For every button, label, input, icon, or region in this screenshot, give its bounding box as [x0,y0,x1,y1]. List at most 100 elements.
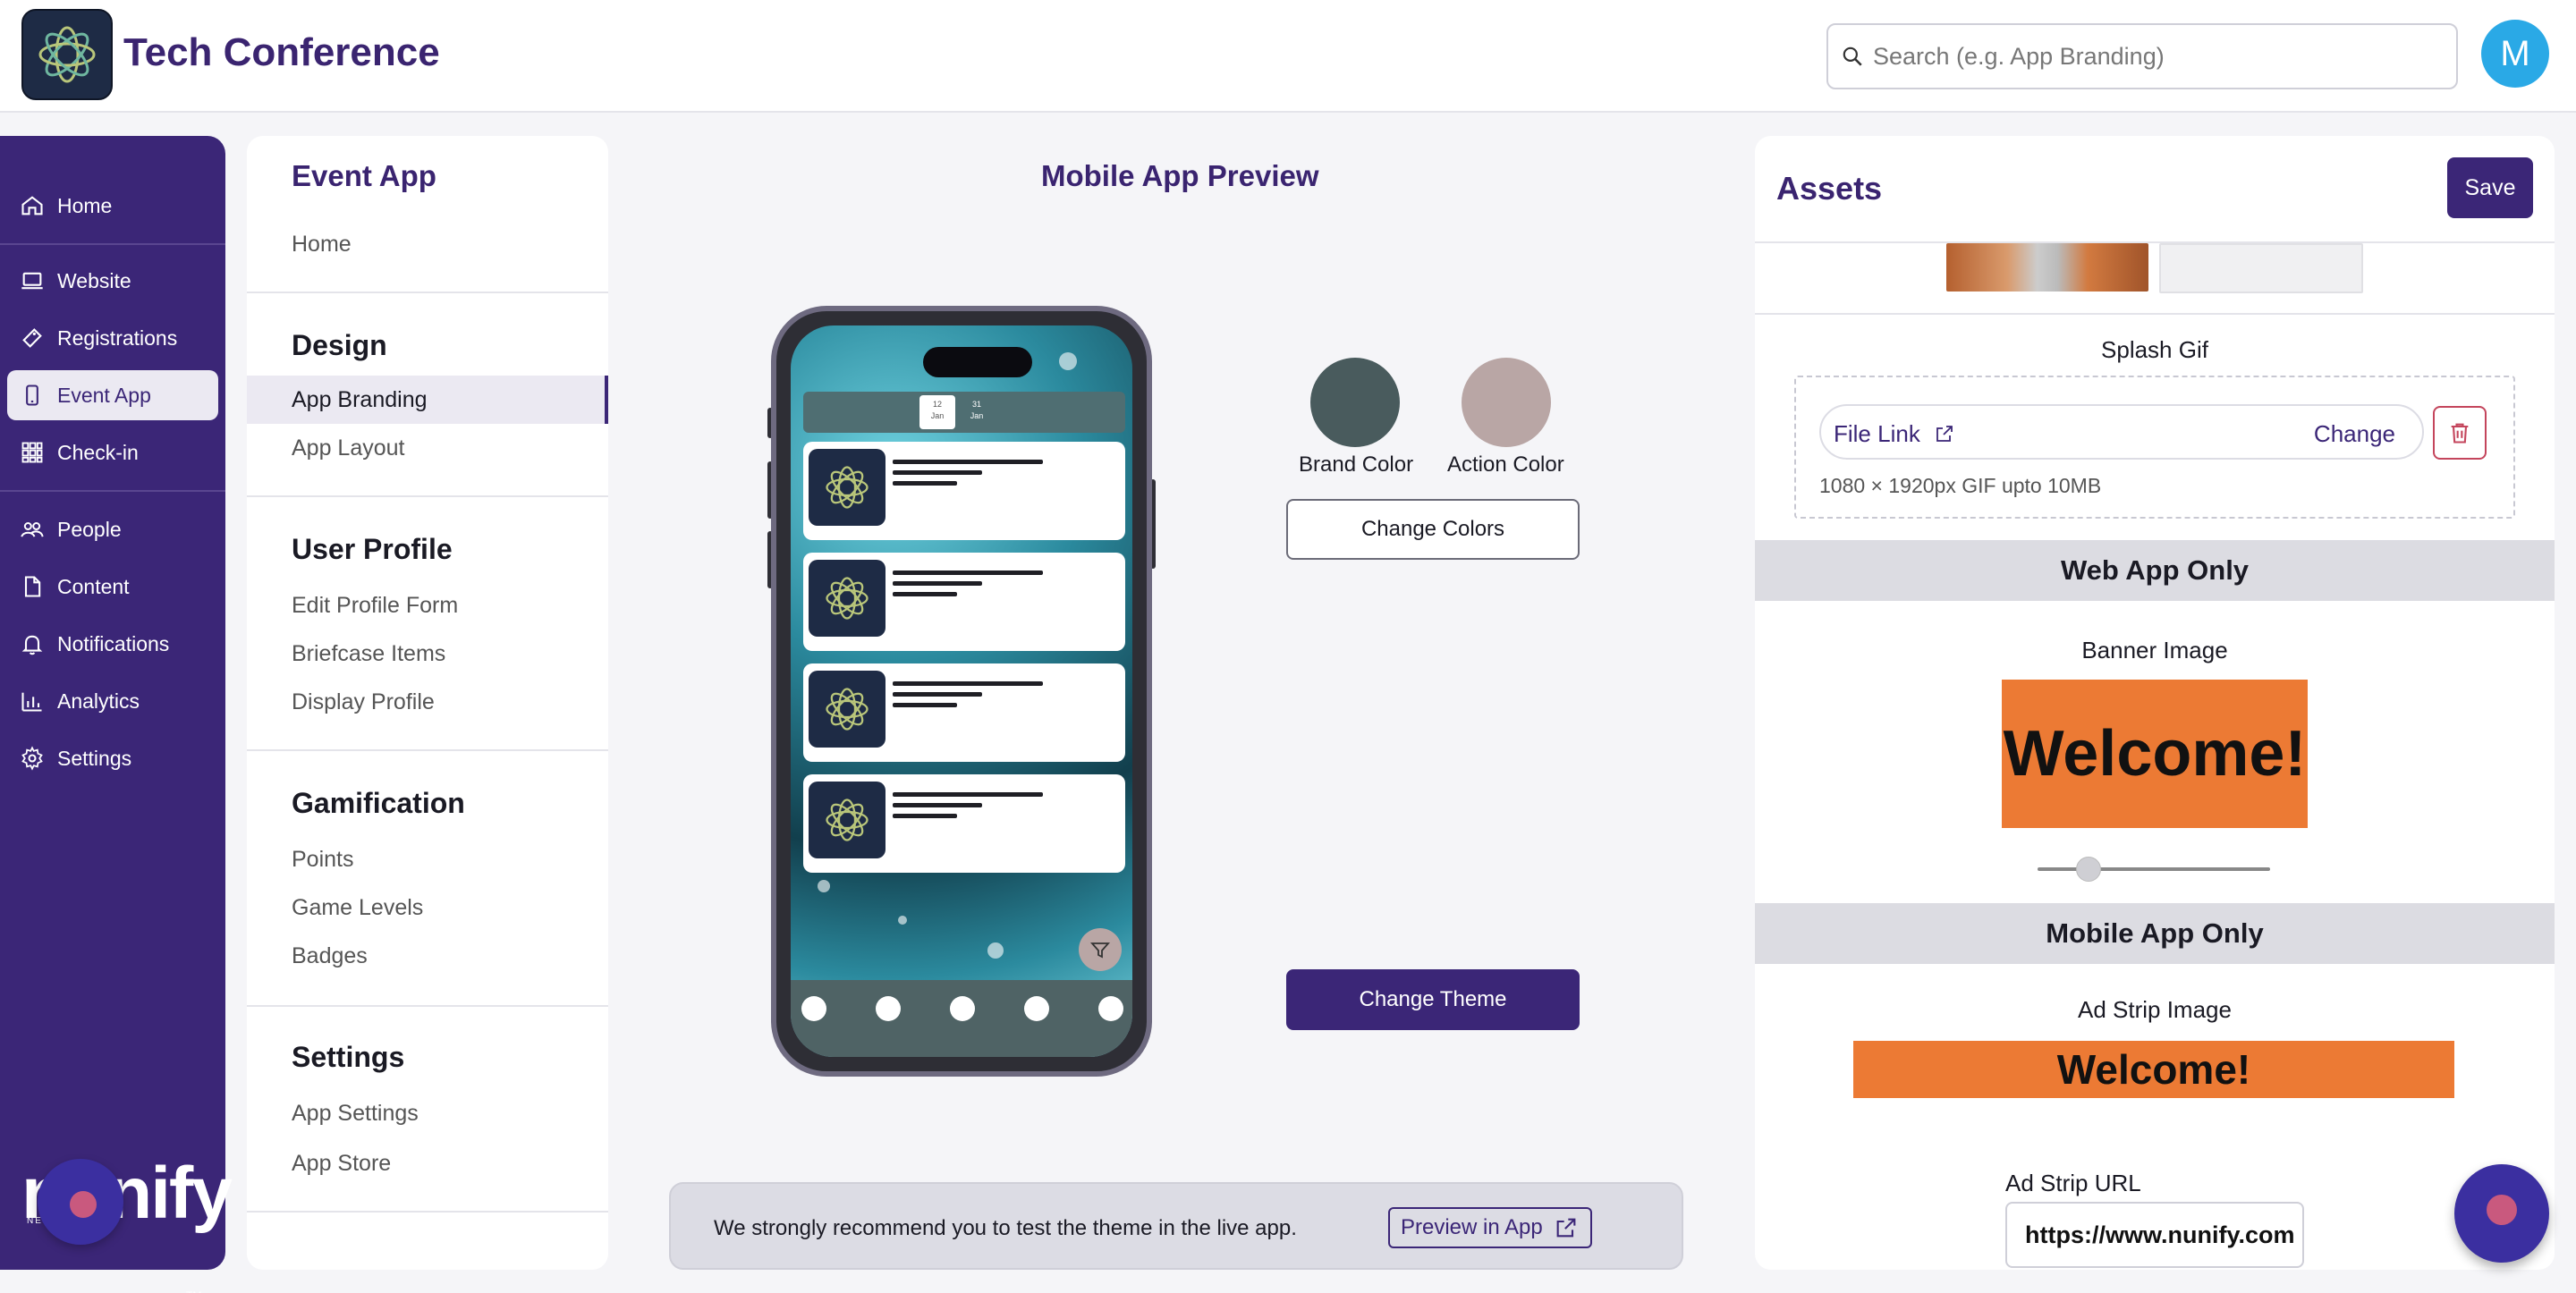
session-card[interactable] [803,774,1125,873]
tab-dot[interactable] [950,996,975,1021]
nav-label: Website [57,268,131,292]
asset-thumbnail-placeholder[interactable] [2159,243,2363,293]
date-month: Jan [970,411,984,420]
nav-item-analytics[interactable]: Analytics [7,676,218,726]
phone-tab-bar [791,980,1132,1057]
document-icon [24,576,41,597]
ticket-icon [22,328,42,348]
session-icon [809,671,886,748]
search-input[interactable] [1873,42,2445,71]
preview-in-app-button[interactable]: Preview in App [1388,1207,1592,1248]
left-nav: Home Website Registrations Event App Che… [0,136,233,1293]
change-colors-button[interactable]: Change Colors [1286,499,1580,560]
divider [0,490,225,492]
nav-item-check-in[interactable]: Check-in [7,427,218,477]
top-bar: Tech Conference M [0,0,2576,113]
divider [247,292,608,293]
nav-item-settings[interactable]: Settings [7,733,218,783]
placeholder-line [893,692,982,697]
change-theme-button[interactable]: Change Theme [1286,969,1580,1030]
banner-slider-thumb[interactable] [2076,857,2102,882]
nav-item-registrations[interactable]: Registrations [7,313,218,363]
avatar[interactable]: M [2481,20,2549,88]
date-day: 12 [932,400,942,409]
session-card[interactable] [803,442,1125,540]
mobile-app-only-section: Mobile App Only [1755,903,2555,964]
subnav-item-app-store[interactable]: App Store [247,1139,608,1187]
divider [247,1211,608,1213]
event-logo-icon [38,26,96,83]
event-logo[interactable] [21,9,113,100]
chat-icon [2487,1195,2517,1225]
nav-label: Home [57,193,113,217]
banner-image[interactable]: Welcome! [2002,680,2308,828]
tab-dot[interactable] [1098,996,1123,1021]
file-link[interactable]: File Link [1834,420,1955,448]
banner-slider-track[interactable] [2038,867,2270,871]
nav-label: People [57,517,122,541]
subnav-item-game-levels[interactable]: Game Levels [247,883,608,932]
sparkle [818,880,830,892]
nav-item-people[interactable]: People [7,504,218,554]
placeholder-line [893,814,957,818]
assets-title: Assets [1776,170,1883,207]
nav-item-home[interactable]: Home [7,181,218,231]
subnav-item-points[interactable]: Points [247,835,608,883]
subnav-item-app-branding[interactable]: App Branding [247,376,608,424]
subnav-heading-gamification: Gamification [292,787,465,819]
date-chip[interactable]: 12 Jan [919,395,955,429]
banner-image-label: Banner Image [2081,637,2228,663]
trademark: TM [186,1289,201,1293]
chart-icon [21,692,42,712]
subnav-item-app-settings[interactable]: App Settings [247,1089,608,1137]
tab-dot[interactable] [1024,996,1049,1021]
splash-gif-dropzone[interactable]: File Link Change 1080 × 1920px GIF upto … [1794,376,2515,519]
placeholder-line [893,792,1043,797]
ad-strip-image[interactable]: Welcome! [1853,1041,2454,1098]
asset-thumbnail[interactable] [1946,243,2148,292]
subnav-item-app-layout[interactable]: App Layout [247,424,608,472]
filter-button[interactable] [1079,928,1122,971]
delete-file-button[interactable] [2433,406,2487,460]
save-button[interactable]: Save [2447,157,2533,218]
placeholder-line [893,481,957,486]
ad-strip-url-input[interactable] [2005,1202,2304,1268]
action-color-swatch[interactable] [1462,358,1551,447]
divider [247,495,608,497]
subnav-heading-design: Design [292,329,387,361]
ad-strip-url-label: Ad Strip URL [2005,1170,2141,1196]
nav-item-website[interactable]: Website [7,256,218,306]
search-box[interactable] [1826,23,2458,89]
filter-icon [1090,942,1110,959]
brand-color-swatch[interactable] [1310,358,1400,447]
chat-bubble-button[interactable] [2454,1164,2549,1263]
sparkle [987,942,1004,959]
sparkle [898,916,907,925]
nav-item-event-app[interactable]: Event App [7,370,218,420]
session-icon [809,449,886,526]
change-file-link[interactable]: Change [2314,420,2395,448]
brand-color-label: Brand Color [1299,452,1414,477]
subnav-item-briefcase-items[interactable]: Briefcase Items [247,630,608,678]
subnav-heading-user-profile: User Profile [292,533,453,565]
date-chip[interactable]: 31 Jan [959,395,995,429]
subnav-item-home[interactable]: Home [247,220,608,268]
nav-item-notifications[interactable]: Notifications [7,619,218,669]
phone-notch [923,347,1032,377]
placeholder-line [893,460,1043,464]
chat-bubble-button[interactable] [38,1159,123,1245]
subnav-item-badges[interactable]: Badges [247,932,608,980]
app-title: Tech Conference [123,30,440,74]
subnav-item-display-profile[interactable]: Display Profile [247,678,608,726]
nav-item-content[interactable]: Content [7,562,218,612]
phone-screen: 12 Jan 31 Jan [791,325,1132,1057]
divider [1755,313,2555,315]
notice-text: We strongly recommend you to test the th… [714,1216,1297,1240]
subnav-item-edit-profile-form[interactable]: Edit Profile Form [247,581,608,630]
session-card[interactable] [803,663,1125,762]
session-card[interactable] [803,553,1125,651]
tab-dot[interactable] [876,996,901,1021]
tab-dot[interactable] [801,996,826,1021]
divider [0,243,225,245]
placeholder-line [893,592,957,596]
